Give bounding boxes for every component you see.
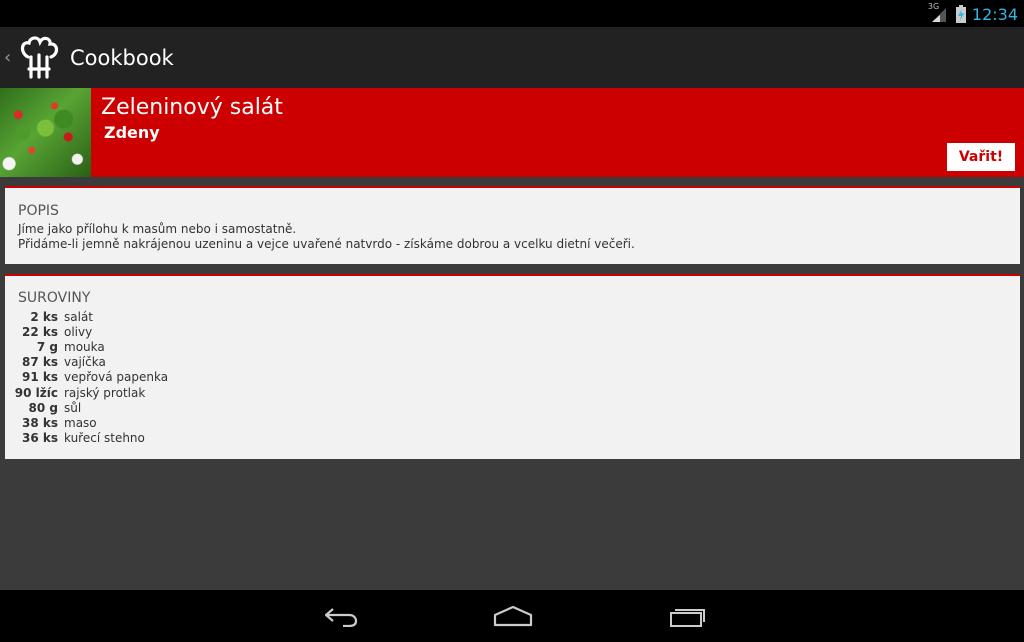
ingredient-row: 87 ks vajíčka <box>5 355 168 370</box>
ingredient-row: 80 g sůl <box>5 400 168 415</box>
recipe-image <box>0 88 91 177</box>
clock: 12:34 <box>971 4 1018 24</box>
ingredient-quantity: 90 lžíc <box>14 385 58 400</box>
app-title: Cookbook <box>70 45 174 70</box>
ingredient-quantity: 36 ks <box>22 431 58 446</box>
ingredient-row: 22 ks olivy <box>5 324 168 339</box>
recent-apps-icon[interactable] <box>668 602 708 630</box>
chef-hat-icon[interactable] <box>18 35 60 81</box>
ingredient-name: salát <box>64 309 93 324</box>
description-text: Jíme jako přílohu k masům nebo i samosta… <box>18 222 635 252</box>
ingredient-name: sůl <box>64 400 82 415</box>
signal-icon: 3G <box>928 2 950 23</box>
ingredient-row: 91 ks vepřová papenka <box>5 370 168 385</box>
ingredient-name: vepřová papenka <box>64 370 169 385</box>
ingredients-heading: SUROVINY <box>18 290 91 306</box>
ingredient-quantity: 7 g <box>36 339 58 354</box>
ingredient-quantity: 87 ks <box>22 355 58 370</box>
description-heading: POPIS <box>18 203 59 219</box>
ingredient-quantity: 22 ks <box>22 324 58 339</box>
ingredient-row: 2 ks salát <box>5 309 168 324</box>
ingredient-name: rajský protlak <box>64 385 146 400</box>
ingredient-name: vajíčka <box>64 355 106 370</box>
home-icon[interactable] <box>493 602 533 630</box>
recipe-header: Zeleninový salát Zdeny <box>0 88 1024 177</box>
ingredient-name: maso <box>64 415 97 430</box>
description-card: POPIS Jíme jako přílohu k masům nebo i s… <box>5 186 1020 264</box>
ingredient-quantity: 80 g <box>28 400 58 415</box>
action-bar: ‹ Cookbook <box>0 27 1024 88</box>
ingredients-card: SUROVINY 2 ks salát 22 ks olivy 7 g mouka 8… <box>5 274 1020 459</box>
status-icons: 3G 12:34 <box>928 2 1018 24</box>
navigation-bar <box>0 590 1024 642</box>
ingredient-row: 7 g mouka <box>5 339 168 354</box>
ingredient-row: 36 ks kuřecí stehno <box>5 431 168 446</box>
ingredient-quantity: 38 ks <box>22 415 58 430</box>
ingredient-quantity: 91 ks <box>22 370 58 385</box>
back-icon[interactable] <box>321 602 361 630</box>
battery-icon <box>955 5 966 23</box>
ingredient-name: kuřecí stehno <box>64 431 145 446</box>
description-line: Jíme jako přílohu k masům nebo i samosta… <box>18 222 297 236</box>
cook-button[interactable]: Vařit! <box>947 143 1015 171</box>
description-line: Přidáme-li jemně nakrájenou uzeninu a ve… <box>18 237 635 251</box>
ingredient-row: 90 lžíc rajský protlak <box>5 385 168 400</box>
ingredient-row: 38 ks maso <box>5 415 168 430</box>
ingredients-list: 2 ks salát 22 ks olivy 7 g mouka 87 ks vajíč… <box>5 309 168 446</box>
ingredient-name: mouka <box>64 339 105 354</box>
ingredient-name: olivy <box>64 324 93 339</box>
ingredient-quantity: 2 ks <box>30 309 58 324</box>
chevron-left-icon[interactable]: ‹ <box>4 47 16 68</box>
recipe-title: Zeleninový salát <box>101 95 283 120</box>
recipe-author: Zdeny <box>104 123 160 142</box>
status-bar: 3G 12:34 <box>0 0 1024 27</box>
